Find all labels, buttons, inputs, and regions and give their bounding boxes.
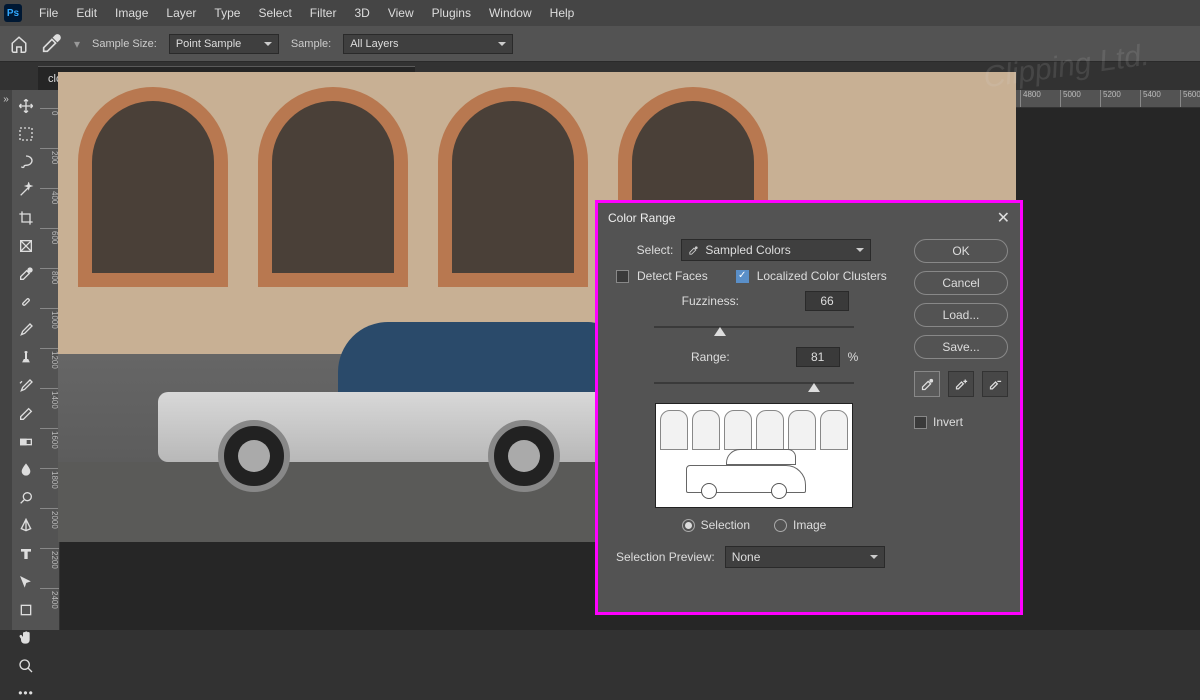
sample-select[interactable]: All Layers xyxy=(343,34,513,54)
eraser-tool-icon[interactable] xyxy=(17,406,35,422)
sample-size-select[interactable]: Point Sample xyxy=(169,34,279,54)
panel-expand[interactable]: » xyxy=(0,90,12,630)
chevron-right-icon: » xyxy=(3,94,9,630)
menu-3d[interactable]: 3D xyxy=(345,2,378,24)
gradient-tool-icon[interactable] xyxy=(17,434,35,450)
type-tool-icon[interactable] xyxy=(17,546,35,562)
wand-tool-icon[interactable] xyxy=(17,182,35,198)
menu-window[interactable]: Window xyxy=(480,2,541,24)
load-button[interactable]: Load... xyxy=(914,303,1008,327)
fuzziness-slider[interactable] xyxy=(654,319,854,335)
app-logo: Ps xyxy=(4,4,22,22)
cancel-button[interactable]: Cancel xyxy=(914,271,1008,295)
menu-filter[interactable]: Filter xyxy=(301,2,346,24)
save-button[interactable]: Save... xyxy=(914,335,1008,359)
zoom-tool-icon[interactable] xyxy=(17,658,35,674)
pen-tool-icon[interactable] xyxy=(17,518,35,534)
ruler-vertical[interactable]: 0200400600800100012001400160018002000220… xyxy=(40,108,60,630)
menu-layer[interactable]: Layer xyxy=(157,2,205,24)
frame-tool-icon[interactable] xyxy=(17,238,35,254)
blur-tool-icon[interactable] xyxy=(17,462,35,478)
menu-help[interactable]: Help xyxy=(541,2,584,24)
menu-file[interactable]: File xyxy=(30,2,67,24)
detect-faces-label: Detect Faces xyxy=(637,269,708,283)
fuzziness-input[interactable]: 66 xyxy=(805,291,849,311)
select-mode-dropdown[interactable]: Sampled Colors xyxy=(681,239,871,261)
menu-plugins[interactable]: Plugins xyxy=(423,2,480,24)
eyedropper-tool-icon[interactable] xyxy=(17,266,35,282)
menu-image[interactable]: Image xyxy=(106,2,157,24)
marquee-tool-icon[interactable] xyxy=(17,126,35,142)
menu-type[interactable]: Type xyxy=(205,2,249,24)
range-label: Range: xyxy=(650,350,730,364)
detect-faces-checkbox[interactable] xyxy=(616,270,629,283)
range-slider[interactable] xyxy=(654,375,854,391)
invert-checkbox[interactable]: Invert xyxy=(914,415,1008,429)
crop-tool-icon[interactable] xyxy=(17,210,35,226)
fuzziness-label: Fuzziness: xyxy=(659,294,739,308)
eyedropper-plus-icon[interactable] xyxy=(948,371,974,397)
preview-image-radio[interactable]: Image xyxy=(774,518,826,532)
localized-label: Localized Color Clusters xyxy=(757,269,887,283)
hand-tool-icon[interactable] xyxy=(17,630,35,646)
ruler-origin[interactable] xyxy=(40,90,60,108)
eyedropper-minus-icon[interactable] xyxy=(982,371,1008,397)
heal-tool-icon[interactable] xyxy=(17,294,35,310)
toolbox: ••• xyxy=(12,90,40,630)
menu-edit[interactable]: Edit xyxy=(67,2,106,24)
dodge-tool-icon[interactable] xyxy=(17,490,35,506)
move-tool-icon[interactable] xyxy=(17,98,35,114)
sample-size-label: Sample Size: xyxy=(92,38,157,50)
menu-view[interactable]: View xyxy=(379,2,423,24)
select-label: Select: xyxy=(637,243,674,257)
eyedropper-icon[interactable] xyxy=(914,371,940,397)
brush-tool-icon[interactable] xyxy=(17,322,35,338)
stamp-tool-icon[interactable] xyxy=(17,350,35,366)
range-input[interactable]: 81 xyxy=(796,347,840,367)
lasso-tool-icon[interactable] xyxy=(17,154,35,170)
history-brush-icon[interactable] xyxy=(17,378,35,394)
selection-preview-label: Selection Preview: xyxy=(616,550,715,564)
color-range-dialog: Color Range ✕ Select: Sampled Colors Det… xyxy=(595,200,1023,615)
ok-button[interactable]: OK xyxy=(914,239,1008,263)
options-bar: ▾ Sample Size: Point Sample Sample: All … xyxy=(0,26,1200,62)
selection-preview-image[interactable] xyxy=(655,403,853,508)
range-unit: % xyxy=(848,350,859,364)
dialog-title: Color Range xyxy=(608,211,675,225)
eyedropper-icon[interactable] xyxy=(40,33,62,55)
menu-select[interactable]: Select xyxy=(249,2,300,24)
preview-selection-radio[interactable]: Selection xyxy=(682,518,750,532)
path-tool-icon[interactable] xyxy=(17,574,35,590)
sample-label: Sample: xyxy=(291,38,331,50)
shape-tool-icon[interactable] xyxy=(17,602,35,618)
more-tools-icon[interactable]: ••• xyxy=(17,686,35,700)
menu-bar: Ps File Edit Image Layer Type Select Fil… xyxy=(0,0,1200,26)
close-icon[interactable]: ✕ xyxy=(997,208,1010,228)
selection-preview-dropdown[interactable]: None xyxy=(725,546,885,568)
localized-checkbox[interactable] xyxy=(736,270,749,283)
home-icon[interactable] xyxy=(10,35,28,53)
